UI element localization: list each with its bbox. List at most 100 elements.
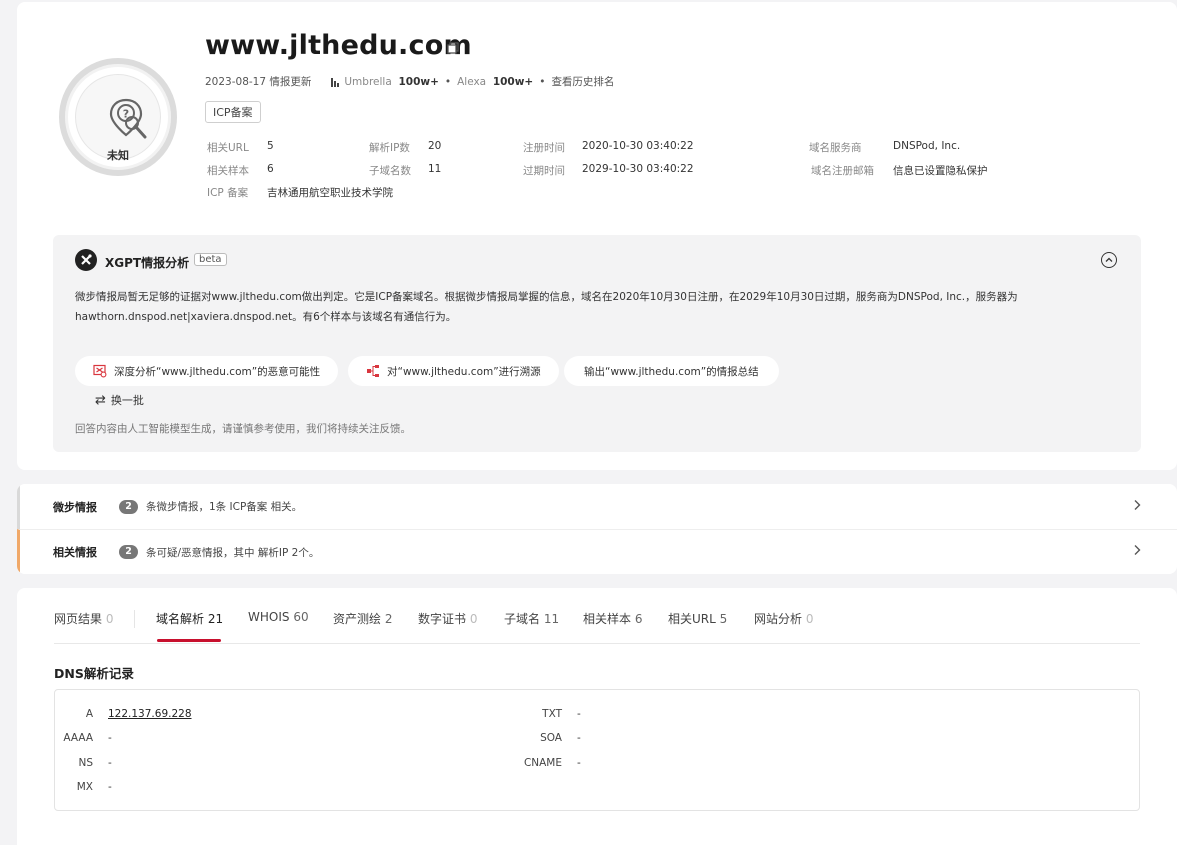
expire-value: 2029-10-30 03:40:22 bbox=[582, 163, 694, 175]
deep-analysis-pill-button[interactable]: 深度分析“www.jlthedu.com”的恶意可能性 bbox=[75, 356, 339, 386]
tab-count: 60 bbox=[293, 610, 309, 624]
dns-a-value-link[interactable]: 122.137.69.228 bbox=[108, 708, 192, 720]
related-url-value[interactable]: 5 bbox=[267, 140, 274, 152]
tab-count: 0 bbox=[805, 612, 814, 626]
separator-dot: • bbox=[539, 75, 546, 88]
ai-disclaimer: 回答内容由人工智能模型生成，请谨慎参考使用，我们将持续关注反馈。 bbox=[75, 423, 411, 435]
dns-type-mx: MX bbox=[76, 781, 93, 793]
reg-email-value: 信息已设置隐私保护 bbox=[893, 165, 988, 177]
refresh-label: 换一批 bbox=[110, 394, 144, 407]
xgpt-logo-icon bbox=[75, 249, 97, 271]
xgpt-panel: XGPT情报分析 beta 微步情报局暂无足够的证据对www.jlthedu.c… bbox=[53, 235, 1141, 452]
subdomain-label: 子域名数 bbox=[369, 165, 411, 177]
tab-label: 资产测绘 bbox=[333, 612, 382, 626]
weibu-intel-row[interactable]: 微步情报 2 条微步情报，1条 ICP备案 相关。 bbox=[17, 484, 1177, 529]
pill-label: 对“www.jlthedu.com”进行溯源 bbox=[387, 365, 541, 378]
intel-summary-card: 微步情报 2 条微步情报，1条 ICP备案 相关。 相关情报 2 条可疑/恶意情… bbox=[17, 484, 1177, 574]
icp-label: ICP 备案 bbox=[207, 187, 249, 199]
rank-bars-icon bbox=[331, 77, 340, 87]
related-url-label: 相关URL bbox=[207, 142, 249, 154]
tab-related-urls[interactable]: 相关URL 5 bbox=[668, 610, 727, 627]
tab-dns-resolution[interactable]: 域名解析 21 bbox=[156, 610, 223, 627]
tab-site-analysis[interactable]: 网站分析 0 bbox=[754, 610, 813, 627]
tab-whois[interactable]: WHOIS 60 bbox=[248, 610, 309, 624]
dns-type-soa: SOA bbox=[540, 732, 562, 744]
tab-label: 数字证书 bbox=[418, 612, 467, 626]
tab-count: 5 bbox=[719, 612, 728, 626]
pill-label: 深度分析“www.jlthedu.com”的恶意可能性 bbox=[114, 365, 321, 378]
alexa-label: Alexa bbox=[457, 75, 487, 88]
malicious-analysis-icon bbox=[93, 364, 107, 378]
beta-badge: beta bbox=[194, 253, 227, 266]
reg-time-label: 注册时间 bbox=[523, 142, 565, 154]
verdict-label: 未知 bbox=[107, 149, 129, 162]
trace-tree-icon bbox=[367, 365, 379, 377]
meta-line: 2023-08-17 情报更新 Umbrella 100w+ • Alexa 1… bbox=[205, 74, 614, 89]
history-rank-link[interactable]: 查看历史排名 bbox=[551, 74, 614, 89]
collapse-chevron-up-icon[interactable] bbox=[1101, 252, 1117, 268]
alexa-value: 100w+ bbox=[492, 75, 534, 88]
intel-row-title: 微步情报 bbox=[53, 500, 97, 514]
tab-divider bbox=[134, 610, 135, 628]
tab-count: 6 bbox=[634, 612, 643, 626]
dns-txt-value: - bbox=[577, 708, 581, 720]
tab-label: 相关URL bbox=[668, 612, 716, 626]
tab-web-results[interactable]: 网页结果 0 bbox=[54, 610, 113, 627]
tab-label: 网页结果 bbox=[54, 612, 103, 626]
dns-records-table: A 122.137.69.228 AAAA - NS - MX - TXT - … bbox=[54, 689, 1140, 811]
intel-row-desc: 条微步情报，1条 ICP备案 相关。 bbox=[146, 501, 303, 513]
related-intel-row[interactable]: 相关情报 2 条可疑/恶意情报，其中 解析IP 2个。 bbox=[17, 529, 1177, 574]
dns-mx-value: - bbox=[108, 781, 112, 793]
dns-section-title: DNS解析记录 bbox=[54, 666, 134, 681]
tab-count: 0 bbox=[105, 612, 114, 626]
intel-row-title: 相关情报 bbox=[53, 546, 97, 559]
dns-aaaa-value: - bbox=[108, 732, 112, 744]
tab-asset-mapping[interactable]: 资产测绘 2 bbox=[333, 610, 392, 627]
active-tab-underline bbox=[157, 639, 221, 642]
summary-pill-button[interactable]: 输出“www.jlthedu.com”的情报总结 bbox=[564, 356, 779, 386]
dns-cname-value: - bbox=[577, 757, 581, 769]
details-card: 网页结果 0 域名解析 21 WHOIS 60 资产测绘 2 数字证书 0 子域… bbox=[17, 588, 1177, 845]
unknown-search-icon: ? bbox=[109, 98, 147, 139]
umbrella-value: 100w+ bbox=[398, 75, 439, 88]
refresh-suggestions-button[interactable]: ⇄ 换一批 bbox=[95, 392, 144, 408]
tab-count: 0 bbox=[469, 612, 478, 626]
pill-label: 输出“www.jlthedu.com”的情报总结 bbox=[584, 365, 759, 378]
count-badge: 2 bbox=[119, 499, 138, 514]
registrar-label: 域名服务商 bbox=[809, 142, 862, 154]
tab-certificates[interactable]: 数字证书 0 bbox=[418, 610, 477, 627]
tab-label: 域名解析 bbox=[156, 612, 205, 626]
separator-dot: • bbox=[444, 75, 452, 88]
resolve-ip-label: 解析IP数 bbox=[369, 142, 410, 154]
dns-type-a: A bbox=[85, 708, 93, 720]
registrar-value: DNSPod, Inc. bbox=[893, 140, 961, 152]
dns-soa-value: - bbox=[577, 732, 581, 744]
overview-card: ? 未知 www.jlthedu.com 2023-08-17 情报更新 Umb… bbox=[17, 2, 1177, 470]
xgpt-analysis-text: 微步情报局暂无足够的证据对www.jlthedu.com做出判定。它是ICP备案… bbox=[75, 287, 1085, 327]
tab-related-samples[interactable]: 相关样本 6 bbox=[583, 610, 642, 627]
swap-arrows-icon: ⇄ bbox=[95, 392, 106, 408]
reg-time-value: 2020-10-30 03:40:22 bbox=[582, 140, 694, 152]
related-sample-value[interactable]: 6 bbox=[267, 163, 274, 175]
verdict-avatar: ? 未知 bbox=[59, 58, 177, 176]
trace-source-pill-button[interactable]: 对“www.jlthedu.com”进行溯源 bbox=[348, 356, 559, 386]
copy-icon[interactable] bbox=[447, 42, 459, 54]
dns-type-aaaa: AAAA bbox=[63, 732, 93, 744]
tab-label: 子域名 bbox=[504, 612, 541, 626]
resolve-ip-value[interactable]: 20 bbox=[428, 140, 441, 152]
domain-title: www.jlthedu.com bbox=[205, 30, 472, 61]
subdomain-value[interactable]: 11 bbox=[428, 163, 441, 175]
update-label: 情报更新 bbox=[269, 76, 312, 88]
icp-tag: ICP备案 bbox=[205, 101, 261, 123]
tab-label: 相关样本 bbox=[583, 612, 632, 626]
chevron-right-icon bbox=[1133, 499, 1141, 515]
tab-count: 21 bbox=[207, 612, 224, 626]
tab-subdomains[interactable]: 子域名 11 bbox=[504, 610, 559, 627]
dns-ns-value: - bbox=[108, 757, 112, 769]
tab-count: 11 bbox=[543, 612, 560, 626]
dns-type-txt: TXT bbox=[542, 708, 562, 720]
tab-label: 网站分析 bbox=[754, 612, 803, 626]
xgpt-text-line: 微步情报局暂无足够的证据对www.jlthedu.com做出判定。它是ICP备案… bbox=[75, 291, 1018, 303]
tabs-baseline bbox=[54, 643, 1140, 644]
umbrella-label: Umbrella bbox=[344, 75, 392, 88]
